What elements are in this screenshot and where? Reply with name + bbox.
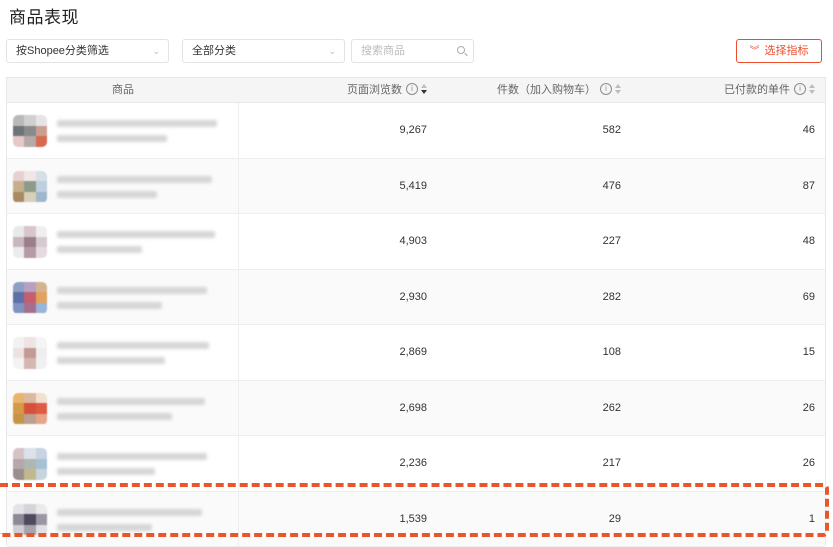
product-thumbnail — [13, 170, 47, 203]
add-to-cart-value: 262 — [602, 401, 621, 414]
paid-units-value: 1 — [808, 512, 815, 525]
page-views-value: 2,869 — [399, 346, 427, 358]
search-icon — [457, 46, 465, 54]
paid-units-value: 87 — [802, 179, 815, 192]
sort-icon[interactable] — [421, 84, 427, 95]
product-cell[interactable] — [7, 214, 239, 269]
product-thumbnail — [13, 503, 47, 536]
paid-units-value: 69 — [802, 290, 815, 303]
product-cell[interactable] — [7, 269, 239, 324]
page-views-value: 2,930 — [399, 290, 427, 303]
add-to-cart-value: 582 — [602, 124, 621, 136]
page-views-value: 4,903 — [399, 235, 427, 247]
product-cell[interactable] — [7, 491, 239, 546]
info-icon[interactable]: i — [406, 83, 418, 96]
select-metrics-button[interactable]: ︾ 选择指标 — [736, 39, 822, 63]
product-thumbnail — [13, 226, 47, 258]
table-row[interactable]: 2,698 262 26 — [7, 380, 825, 436]
chevron-down-icon: ⌄ — [152, 46, 160, 56]
header-page-views-label: 页面浏览数 — [347, 84, 402, 96]
table-row[interactable]: 2,930 282 69 — [7, 269, 825, 325]
sort-icon[interactable] — [615, 84, 621, 95]
product-cell[interactable] — [7, 436, 239, 491]
add-to-cart-value: 227 — [602, 235, 621, 247]
select-metrics-label: 选择指标 — [764, 45, 809, 57]
product-thumbnail — [13, 448, 47, 480]
info-icon[interactable]: i — [794, 83, 806, 96]
product-thumbnail — [13, 337, 47, 369]
product-search-input[interactable]: 搜索商品 — [351, 39, 474, 63]
add-to-cart-value: 108 — [602, 346, 621, 358]
add-to-cart-value: 217 — [602, 457, 621, 469]
paid-units-value: 46 — [802, 124, 815, 136]
double-chevron-down-icon: ︾ — [749, 46, 760, 57]
product-cell[interactable] — [7, 325, 239, 380]
add-to-cart-value: 476 — [602, 179, 621, 192]
header-paid-units-label: 已付款的单件 — [724, 84, 790, 96]
category-filter-select[interactable]: 按Shopee分类筛选 ⌄ — [6, 39, 169, 63]
product-thumbnail — [13, 392, 47, 425]
header-add-to-cart[interactable]: 件数（加入购物车） i — [497, 78, 621, 102]
info-icon[interactable]: i — [600, 83, 612, 96]
page-title: 商品表现 — [9, 8, 79, 27]
all-categories-select[interactable]: 全部分类 ⌄ — [182, 39, 345, 63]
table-row[interactable]: 4,903 227 48 — [7, 214, 825, 270]
paid-units-value: 26 — [802, 401, 815, 414]
product-thumbnail — [13, 281, 47, 314]
add-to-cart-value: 29 — [608, 512, 621, 525]
table-row[interactable]: 5,419 476 87 — [7, 158, 825, 214]
table-row[interactable]: 2,869 108 15 — [7, 325, 825, 381]
search-placeholder: 搜索商品 — [361, 45, 405, 57]
page-views-value: 2,698 — [399, 401, 427, 414]
paid-units-value: 15 — [802, 346, 815, 358]
page-views-value: 5,419 — [399, 179, 427, 192]
category-filter-label: 按Shopee分类筛选 — [16, 45, 109, 57]
paid-units-value: 26 — [802, 457, 815, 469]
product-thumbnail — [13, 115, 47, 147]
product-cell[interactable] — [7, 158, 239, 213]
paid-units-value: 48 — [802, 235, 815, 247]
table-row[interactable]: 1,539 29 1 — [7, 491, 825, 547]
table-row[interactable]: 2,236 217 26 — [7, 436, 825, 492]
add-to-cart-value: 282 — [602, 290, 621, 303]
table-row[interactable]: 9,267 582 46 — [7, 103, 825, 159]
header-add-to-cart-label: 件数（加入购物车） — [497, 84, 596, 96]
table-header: 商品 页面浏览数 i 件数（加入购物车） i 已付款的单件 i — [7, 78, 825, 103]
chevron-down-icon: ⌄ — [328, 46, 336, 56]
page-views-value: 2,236 — [399, 457, 427, 469]
all-categories-label: 全部分类 — [192, 45, 236, 57]
header-product: 商品 — [112, 84, 134, 96]
page-views-value: 1,539 — [399, 512, 427, 525]
header-page-views[interactable]: 页面浏览数 i — [347, 78, 427, 102]
product-performance-table: 商品 页面浏览数 i 件数（加入购物车） i 已付款的单件 i 9,267 582 4… — [6, 77, 826, 547]
page-views-value: 9,267 — [399, 124, 427, 136]
product-cell[interactable] — [7, 103, 239, 158]
header-paid-units[interactable]: 已付款的单件 i — [724, 78, 815, 102]
sort-icon[interactable] — [809, 84, 815, 95]
product-cell[interactable] — [7, 380, 239, 435]
